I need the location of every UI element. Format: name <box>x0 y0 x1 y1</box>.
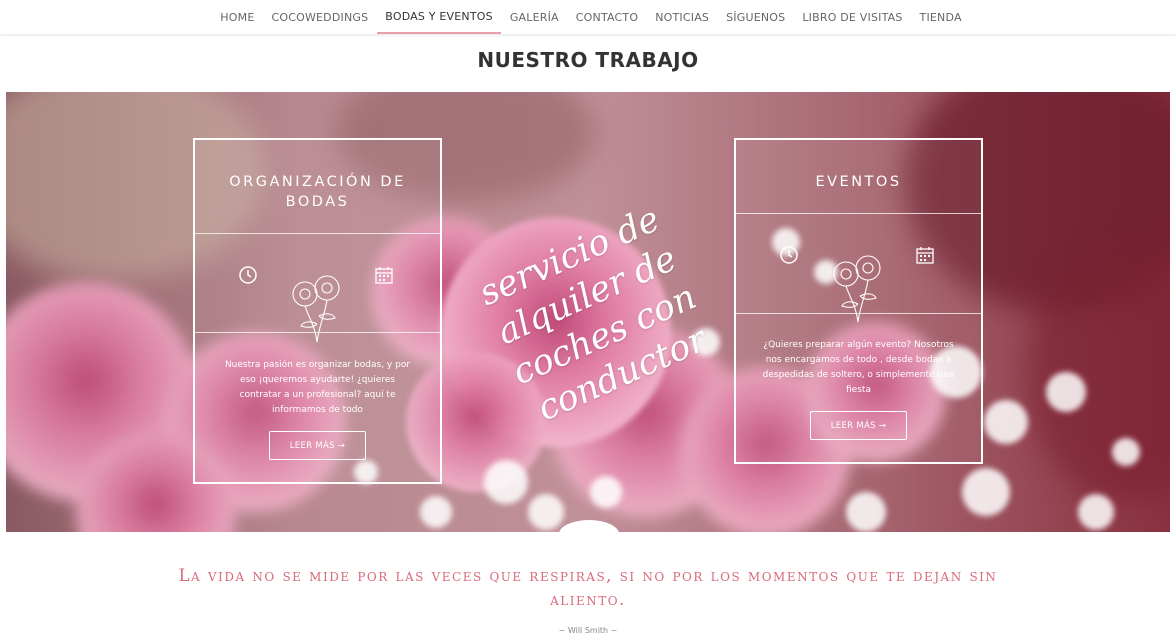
nav-item-noticias[interactable]: NOTICIAS <box>647 0 718 34</box>
nav-item-home[interactable]: HOME <box>212 0 263 34</box>
flower-icon <box>292 275 340 343</box>
quote-author: ~ Will Smith ~ <box>558 626 618 635</box>
nav-item-contacto[interactable]: CONTACTO <box>567 0 646 34</box>
card-divider <box>736 313 981 314</box>
nav-item-libro-de-visitas[interactable]: LIBRO DE VISITAS <box>794 0 911 34</box>
leer-mas-button[interactable]: LEER MÁS → <box>269 431 366 460</box>
nav-menu: HOME COCOWEDDINGS BODAS Y EVENTOS GALERÍ… <box>212 0 970 34</box>
card-divider <box>195 332 440 333</box>
section-title: NUESTRO TRABAJO <box>477 48 699 72</box>
card-title: ORGANIZACIÓN DE BODAS <box>229 174 406 210</box>
calendar-icon <box>375 267 393 284</box>
nav-item-galeria[interactable]: GALERÍA <box>501 0 567 34</box>
nav-item-siguenos[interactable]: SÍGUENOS <box>718 0 794 34</box>
calendar-icon <box>916 247 934 264</box>
card-description: ¿Quieres preparar algún evento? Nosotros… <box>762 340 955 395</box>
nav-item-bodas-y-eventos[interactable]: BODAS Y EVENTOS <box>376 0 502 34</box>
top-navigation: HOME COCOWEDDINGS BODAS Y EVENTOS GALERÍ… <box>0 0 1176 34</box>
card-title: EVENTOS <box>815 174 902 190</box>
clock-icon <box>239 266 257 284</box>
quote-text: La vida no se mide por las veces que res… <box>178 566 998 609</box>
card-divider <box>736 213 981 214</box>
leer-mas-button[interactable]: LEER MÁS → <box>810 411 907 440</box>
card-description: Nuestra pasión es organizar bodas, y por… <box>224 360 411 415</box>
nav-item-tienda[interactable]: TIENDA <box>911 0 970 34</box>
clock-icon <box>780 246 798 264</box>
card-eventos: EVENTOS ¿Quieres preparar algún evento? … <box>734 138 983 464</box>
hero-banner: ORGANIZACIÓN DE BODAS Nuestra pasión es … <box>6 92 1170 532</box>
card-divider <box>195 233 440 234</box>
card-organizacion-de-bodas: ORGANIZACIÓN DE BODAS Nuestra pasión es … <box>193 138 442 484</box>
nav-item-cocoweddings[interactable]: COCOWEDDINGS <box>263 0 377 34</box>
